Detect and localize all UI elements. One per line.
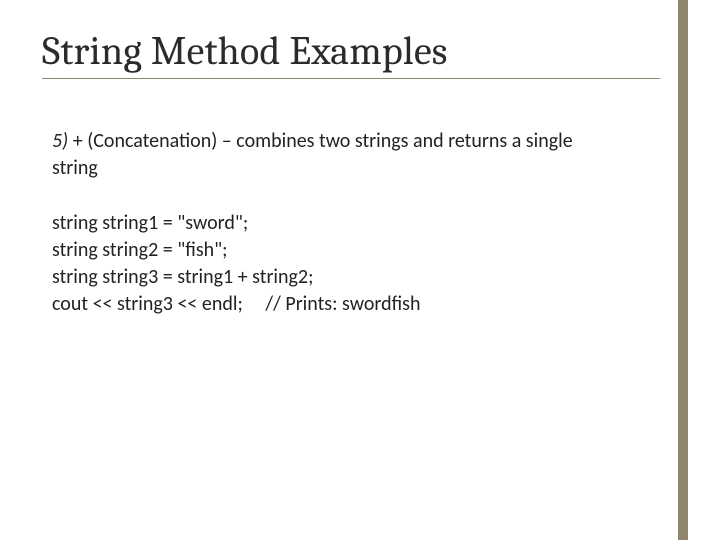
item-description: + (Concatenation) – combines two strings… (52, 129, 573, 180)
code-line: string string2 = "fish"; (52, 237, 600, 264)
code-line: cout << string3 << endl; // Prints: swor… (52, 291, 600, 318)
slide: String Method Examples 5) + (Concatenati… (0, 0, 720, 540)
title-block: String Method Examples (42, 28, 660, 79)
code-line: string string3 = string1 + string2; (52, 264, 600, 291)
code-line: string string1 = "sword"; (52, 210, 600, 237)
title-underline (42, 78, 660, 79)
item-number: 5) (52, 129, 68, 153)
code-block: string string1 = "sword"; string string2… (52, 210, 600, 318)
accent-bar (678, 0, 688, 540)
slide-title: String Method Examples (42, 28, 660, 74)
description-paragraph: 5) + (Concatenation) – combines two stri… (52, 128, 600, 182)
slide-body: 5) + (Concatenation) – combines two stri… (52, 128, 600, 318)
